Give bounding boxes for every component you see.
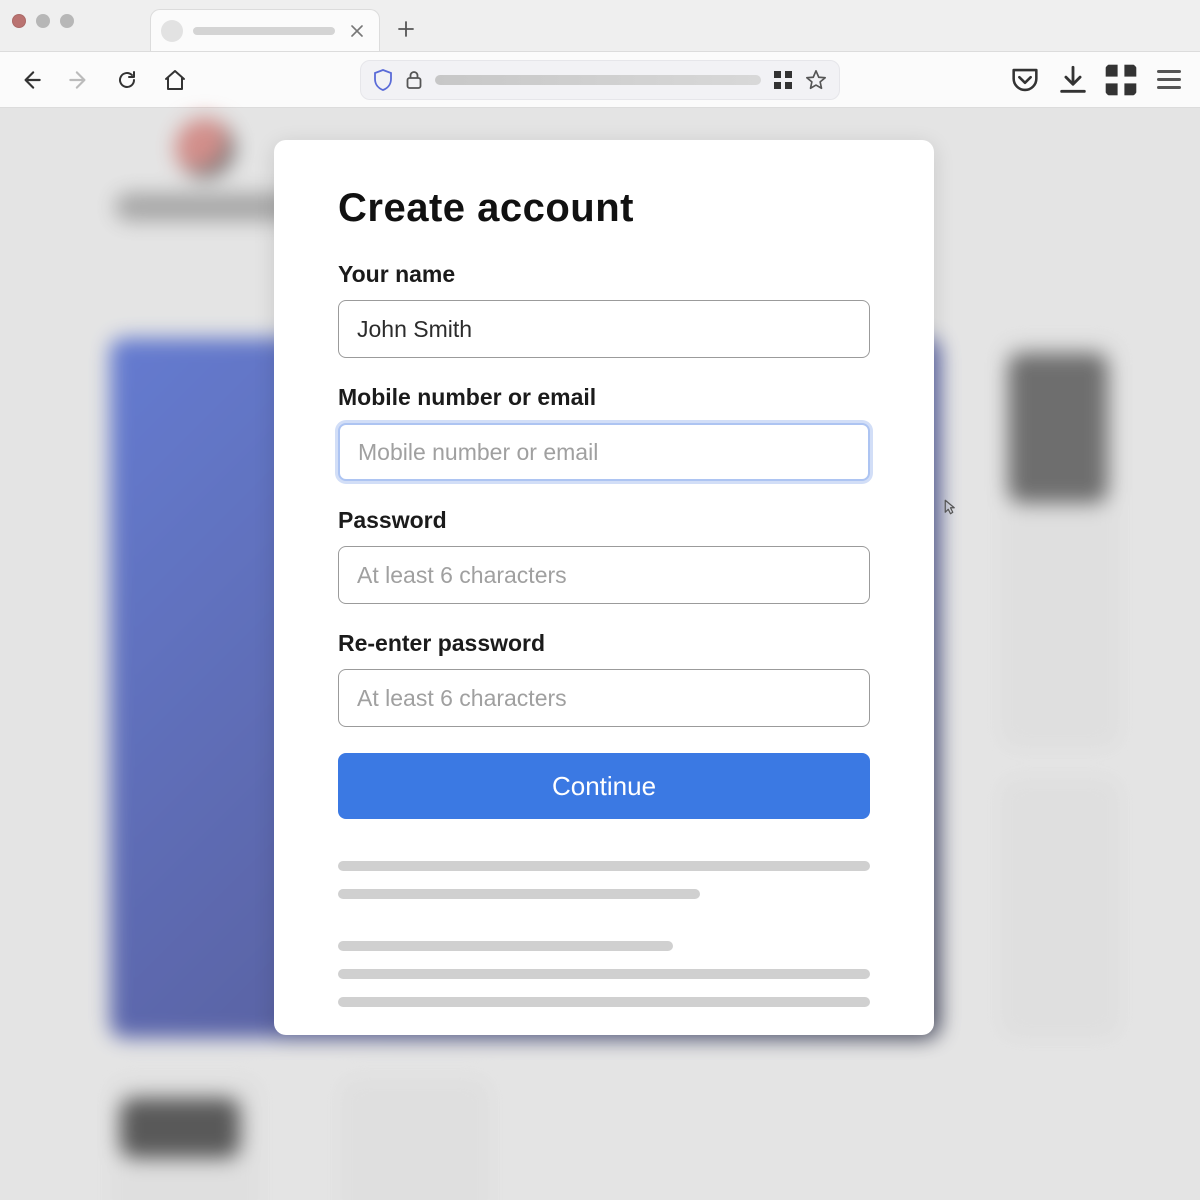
window-close-dot[interactable] <box>12 14 26 28</box>
form-heading: Create account <box>338 186 870 231</box>
window-controls <box>12 14 74 28</box>
browser-tab[interactable] <box>150 9 380 51</box>
tab-favicon <box>161 20 183 42</box>
close-icon <box>351 25 363 37</box>
window-minimize-dot[interactable] <box>36 14 50 28</box>
contact-label: Mobile number or email <box>338 384 870 411</box>
reload-button[interactable] <box>110 63 144 97</box>
urlbar[interactable] <box>360 60 840 100</box>
name-label: Your name <box>338 261 870 288</box>
create-account-card: Create account Your name Mobile number o… <box>274 140 934 1035</box>
new-tab-button[interactable] <box>386 9 426 49</box>
placeholder-line <box>338 889 700 899</box>
field-contact: Mobile number or email <box>338 384 870 481</box>
browser-toolbar <box>0 52 1200 108</box>
page-viewport: Create account Your name Mobile number o… <box>0 108 1200 1200</box>
password2-label: Re-enter password <box>338 630 870 657</box>
placeholder-line <box>338 941 673 951</box>
apps-icon[interactable] <box>1104 63 1138 97</box>
reload-icon <box>115 68 139 92</box>
plus-icon <box>398 21 414 37</box>
arrow-left-icon <box>18 67 44 93</box>
hamburger-icon <box>1157 70 1181 89</box>
window-zoom-dot[interactable] <box>60 14 74 28</box>
forward-button[interactable] <box>62 63 96 97</box>
password2-input[interactable] <box>338 669 870 727</box>
urlbar-container <box>206 60 994 100</box>
back-button[interactable] <box>14 63 48 97</box>
continue-button[interactable]: Continue <box>338 753 870 819</box>
browser-chrome <box>0 0 1200 108</box>
placeholder-line <box>338 861 870 871</box>
url-placeholder <box>435 75 761 85</box>
menu-button[interactable] <box>1152 63 1186 97</box>
shield-icon <box>373 69 393 91</box>
contact-input[interactable] <box>338 423 870 481</box>
arrow-right-icon <box>66 67 92 93</box>
pocket-icon[interactable] <box>1008 63 1042 97</box>
tab-strip <box>0 0 1200 52</box>
lock-icon <box>405 70 423 90</box>
field-password2: Re-enter password <box>338 630 870 727</box>
home-icon <box>163 68 187 92</box>
star-icon[interactable] <box>805 69 827 91</box>
placeholder-line <box>338 969 870 979</box>
toolbar-right <box>1008 63 1186 97</box>
download-icon[interactable] <box>1056 63 1090 97</box>
home-button[interactable] <box>158 63 192 97</box>
tab-title-placeholder <box>193 27 335 35</box>
password-input[interactable] <box>338 546 870 604</box>
name-input[interactable] <box>338 300 870 358</box>
terms-placeholder <box>338 861 870 1007</box>
tab-close-button[interactable] <box>345 19 369 43</box>
field-name: Your name <box>338 261 870 358</box>
field-password: Password <box>338 507 870 604</box>
placeholder-line <box>338 997 870 1007</box>
password-label: Password <box>338 507 870 534</box>
qr-icon <box>773 70 793 90</box>
